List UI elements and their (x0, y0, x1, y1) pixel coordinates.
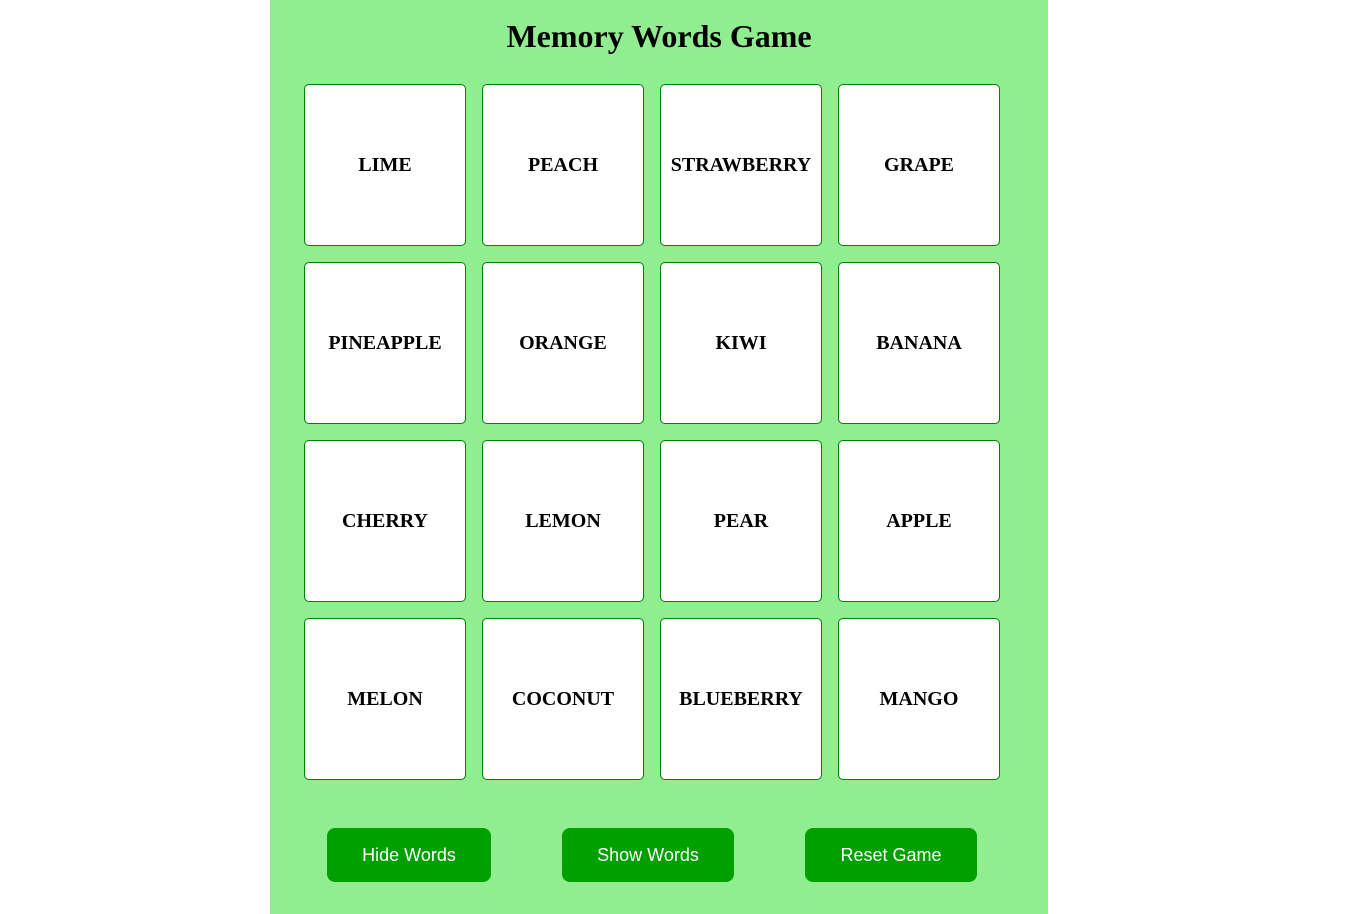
word-card[interactable]: GRAPE (838, 84, 1000, 246)
word-card[interactable]: KIWI (660, 262, 822, 424)
show-words-button[interactable]: Show Words (562, 828, 734, 882)
word-card[interactable]: MELON (304, 618, 466, 780)
word-card[interactable]: LIME (304, 84, 466, 246)
word-card[interactable]: BLUEBERRY (660, 618, 822, 780)
word-card[interactable]: APPLE (838, 440, 1000, 602)
word-card[interactable]: PINEAPPLE (304, 262, 466, 424)
word-card[interactable]: LEMON (482, 440, 644, 602)
word-card[interactable]: MANGO (838, 618, 1000, 780)
word-card[interactable]: PEAR (660, 440, 822, 602)
word-card[interactable]: BANANA (838, 262, 1000, 424)
reset-game-button[interactable]: Reset Game (805, 828, 977, 882)
game-container: Memory Words Game LIME PEACH STRAWBERRY … (270, 0, 1048, 914)
page-title: Memory Words Game (506, 18, 812, 54)
word-card[interactable]: CHERRY (304, 440, 466, 602)
card-grid: LIME PEACH STRAWBERRY GRAPE PINEAPPLE OR… (304, 84, 1000, 780)
word-card[interactable]: ORANGE (482, 262, 644, 424)
word-card[interactable]: STRAWBERRY (660, 84, 822, 246)
hide-words-button[interactable]: Hide Words (327, 828, 491, 882)
word-card[interactable]: COCONUT (482, 618, 644, 780)
word-card[interactable]: PEACH (482, 84, 644, 246)
